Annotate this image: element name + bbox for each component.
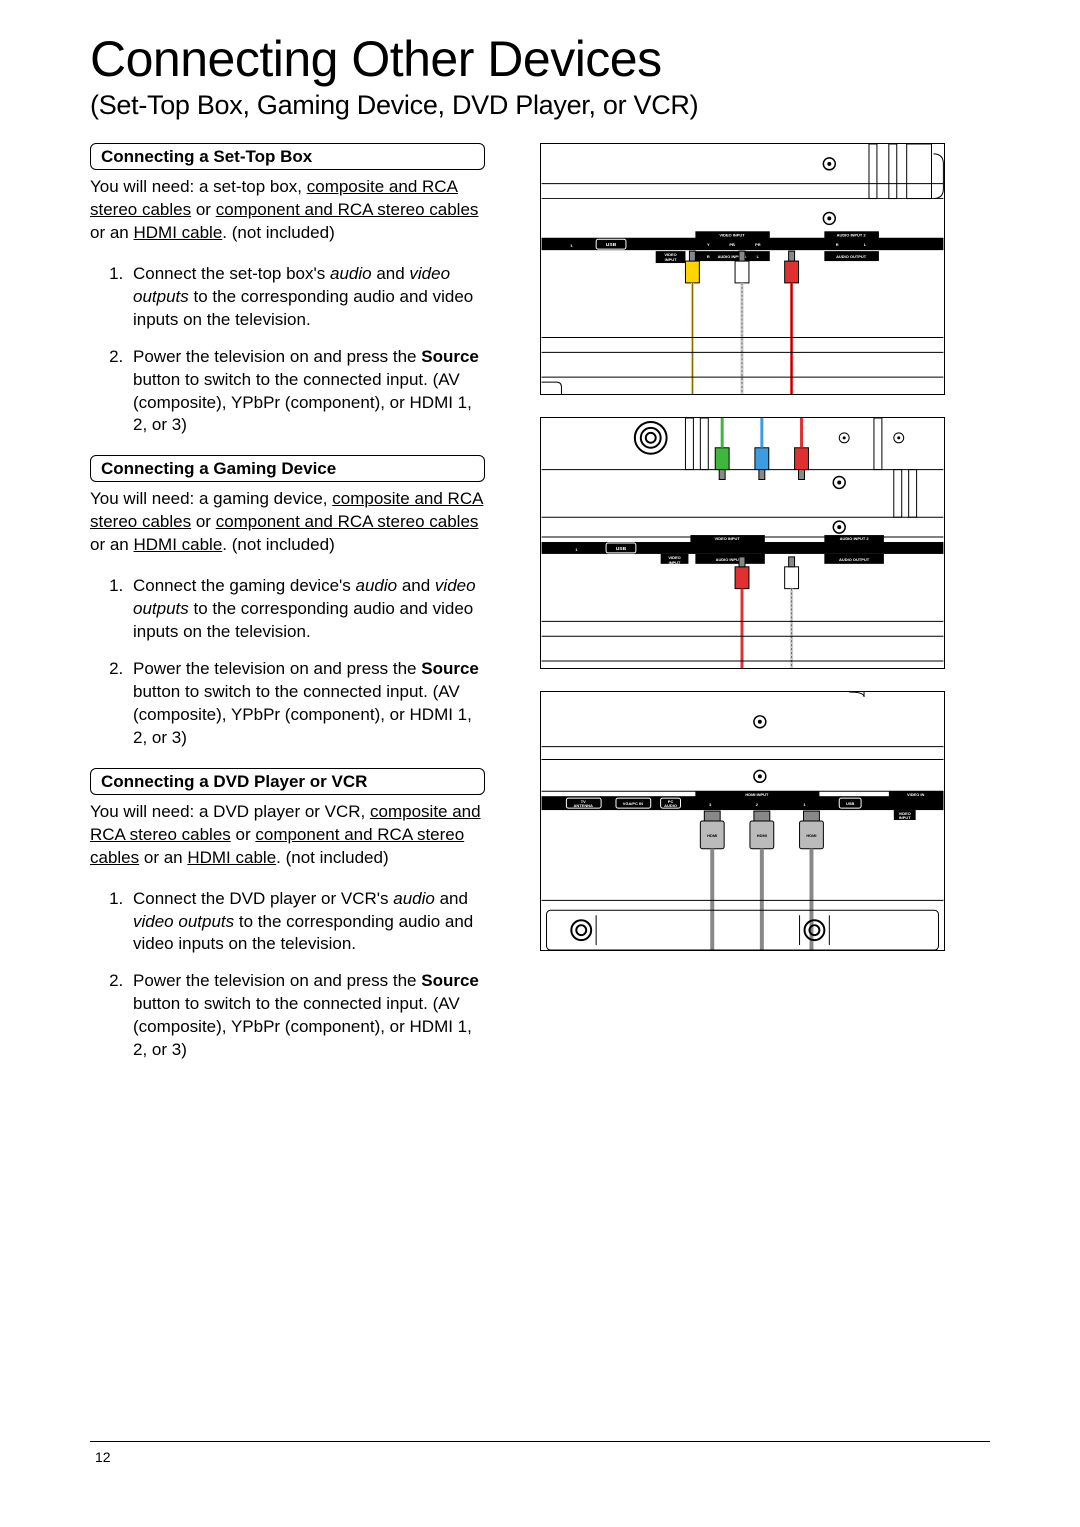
- step-2: Power the television on and press the So…: [128, 970, 485, 1062]
- svg-text:INPUT: INPUT: [669, 560, 681, 565]
- svg-text:AUDIO OUTPUT: AUDIO OUTPUT: [836, 254, 867, 259]
- page-title: Connecting Other Devices: [90, 30, 990, 88]
- svg-text:VIDEO INPUT: VIDEO INPUT: [714, 536, 740, 541]
- svg-text:USB: USB: [846, 801, 854, 806]
- svg-text:AUDIO: AUDIO: [664, 803, 677, 808]
- diagram-component: USB 1 VIDEO INPUT AUDIO INPUT 2 VIDEO IN…: [540, 417, 945, 669]
- svg-text:R: R: [707, 254, 710, 259]
- page-subtitle: (Set-Top Box, Gaming Device, DVD Player,…: [90, 90, 990, 121]
- step-2: Power the television on and press the So…: [128, 346, 485, 438]
- intro-dvd: You will need: a DVD player or VCR, comp…: [90, 801, 485, 870]
- section-header-gaming: Connecting a Gaming Device: [90, 455, 485, 482]
- step-1: Connect the set-top box's audio and vide…: [128, 263, 485, 332]
- svg-text:HDMI: HDMI: [757, 833, 767, 838]
- svg-text:PR: PR: [755, 242, 761, 247]
- steps-gaming: Connect the gaming device's audio and vi…: [90, 575, 485, 750]
- svg-text:USB: USB: [616, 546, 627, 552]
- steps-dvd: Connect the DVD player or VCR's audio an…: [90, 888, 485, 1063]
- svg-text:VIDEO INPUT: VIDEO INPUT: [719, 232, 745, 237]
- step-1: Connect the DVD player or VCR's audio an…: [128, 888, 485, 957]
- svg-text:INPUT: INPUT: [665, 257, 677, 262]
- footer-rule: [90, 1441, 990, 1442]
- svg-text:HDMI INPUT: HDMI INPUT: [745, 792, 769, 797]
- svg-text:PB: PB: [729, 242, 735, 247]
- section-header-settop: Connecting a Set-Top Box: [90, 143, 485, 170]
- page-number: 12: [95, 1449, 111, 1465]
- svg-text:ANTENNA: ANTENNA: [574, 803, 593, 808]
- svg-text:USB: USB: [606, 242, 617, 248]
- svg-text:HDMI: HDMI: [806, 833, 816, 838]
- section-header-dvd: Connecting a DVD Player or VCR: [90, 768, 485, 795]
- steps-settop: Connect the set-top box's audio and vide…: [90, 263, 485, 438]
- svg-text:AUDIO INPUT 2: AUDIO INPUT 2: [837, 232, 867, 237]
- svg-text:HDMI: HDMI: [707, 833, 717, 838]
- step-2: Power the television on and press the So…: [128, 658, 485, 750]
- svg-text:AUDIO INPUT 2: AUDIO INPUT 2: [840, 536, 870, 541]
- intro-settop: You will need: a set-top box, composite …: [90, 176, 485, 245]
- svg-text:AUDIO OUTPUT: AUDIO OUTPUT: [839, 557, 870, 562]
- svg-text:INPUT: INPUT: [899, 815, 911, 820]
- intro-gaming: You will need: a gaming device, composit…: [90, 488, 485, 557]
- diagram-composite: USB 1 VIDEO INPUT Y PB PR AUDIO INPUT 2 …: [540, 143, 945, 395]
- text-column: Connecting a Set-Top Box You will need: …: [90, 143, 485, 1076]
- step-1: Connect the gaming device's audio and vi…: [128, 575, 485, 644]
- diagram-column: USB 1 VIDEO INPUT Y PB PR AUDIO INPUT 2 …: [540, 143, 945, 1076]
- svg-text:VGA/PC IN: VGA/PC IN: [623, 801, 643, 806]
- svg-text:Y: Y: [707, 242, 710, 247]
- svg-text:R: R: [836, 242, 839, 247]
- svg-text:VIDEO IN: VIDEO IN: [907, 792, 924, 797]
- diagram-hdmi: TV ANTENNA VGA/PC IN PC AUDIO HDMI INPUT…: [540, 691, 945, 951]
